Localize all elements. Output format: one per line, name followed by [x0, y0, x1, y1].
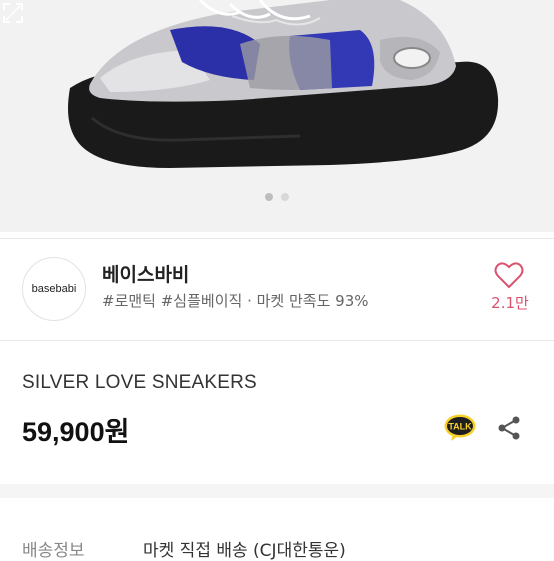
product-name: SILVER LOVE SNEAKERS: [22, 372, 257, 393]
talk-label: TALK: [448, 422, 472, 432]
store-logo[interactable]: basebabi: [22, 257, 86, 321]
slide-indicator: [0, 193, 554, 201]
slide-dot-active[interactable]: [265, 193, 273, 201]
share-icon[interactable]: [496, 415, 522, 441]
shipping-label: 배송정보: [22, 541, 85, 561]
store-info[interactable]: basebabi 베이스바비 #로맨틱 #심플베이직 · 마켓 만족도 93% …: [0, 240, 554, 335]
store-tags: #로맨틱 #심플베이직 · 마켓 만족도 93%: [102, 292, 369, 310]
section-separator: [0, 484, 554, 498]
expand-icon[interactable]: [0, 0, 26, 26]
shipping-value: 마켓 직접 배송 (CJ대한통운): [143, 541, 346, 561]
kakao-talk-button[interactable]: TALK: [444, 414, 476, 442]
divider: [0, 340, 554, 341]
product-image[interactable]: [0, 0, 554, 232]
heart-icon[interactable]: [494, 262, 524, 290]
slide-dot[interactable]: [281, 193, 289, 201]
store-name[interactable]: 베이스바비: [102, 260, 189, 287]
product-price: 59,900원: [22, 417, 130, 447]
store-logo-text: basebabi: [31, 283, 77, 295]
divider: [0, 238, 554, 239]
like-count: 2.1만: [491, 294, 529, 312]
